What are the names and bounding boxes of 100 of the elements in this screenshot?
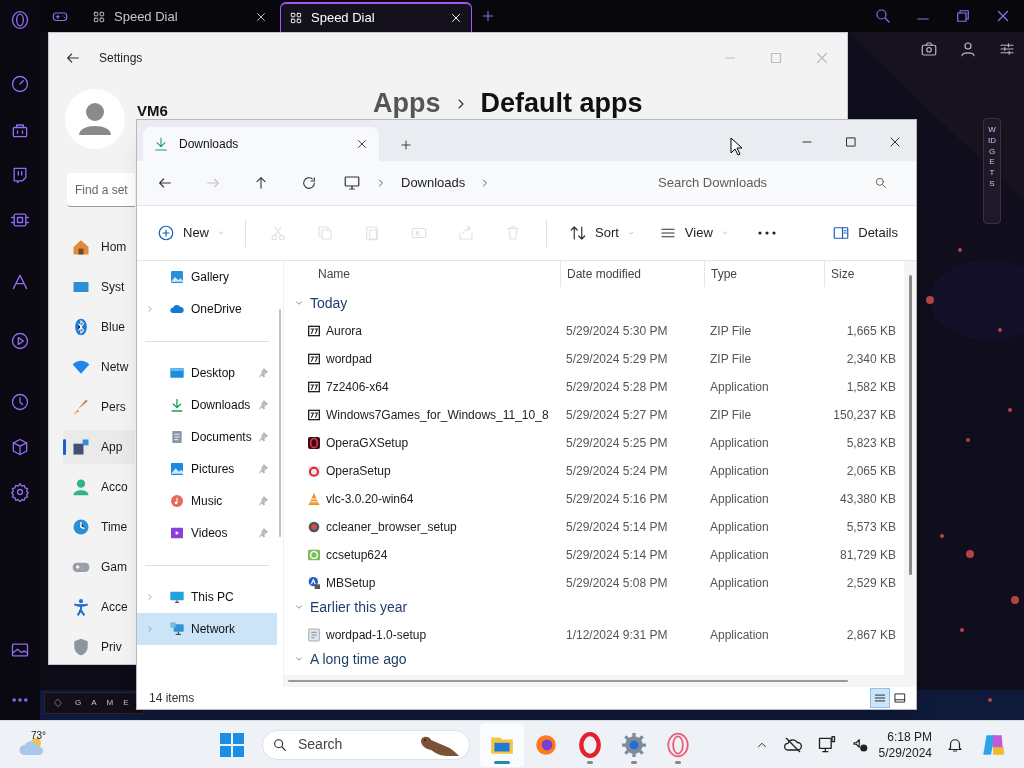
nav-item[interactable]: Music [137, 485, 277, 517]
peak-logo-icon[interactable] [10, 272, 30, 292]
game-label: GAME [75, 697, 139, 709]
opera-logo-icon[interactable] [10, 10, 30, 30]
file-row[interactable]: wordpad-1.0-setup 1/12/2024 9:31 PM Application 2,867 KB [284, 621, 904, 649]
nav-item[interactable]: Gam [63, 550, 135, 584]
window-title: Settings [99, 50, 143, 67]
game-bar[interactable]: GAME [44, 692, 144, 714]
person-icon[interactable] [959, 40, 977, 58]
close-icon[interactable] [254, 10, 268, 24]
file-row[interactable]: Aurora 5/29/2024 5:30 PM ZIP File 1,665 KB [284, 317, 904, 345]
page-title: Default apps [480, 90, 643, 117]
nav-item[interactable]: Blue [63, 310, 135, 344]
scrollbar[interactable] [288, 680, 848, 682]
nav-item[interactable]: Network [137, 613, 277, 645]
nav-item[interactable]: Syst [63, 270, 135, 304]
search-field[interactable]: Find a set [67, 173, 135, 207]
file-row[interactable]: OperaGXSetup 5/29/2024 5:25 PM Application 5,823 KB [284, 429, 904, 457]
group-header[interactable]: A long time ago [284, 649, 904, 669]
nav-item[interactable]: Documents [137, 421, 277, 453]
monitor-icon[interactable] [816, 734, 837, 755]
close-icon[interactable] [888, 135, 902, 149]
clock[interactable]: 6:18 PM 5/29/2024 [878, 728, 932, 761]
file-row[interactable]: 7z2406-x64 5/29/2024 5:28 PM Application 1,582 KB [284, 373, 904, 401]
camera-icon[interactable] [920, 40, 938, 58]
nav-item[interactable]: Videos [137, 517, 277, 549]
widgets-panel[interactable]: WIDGETS [983, 118, 1001, 224]
nav-item[interactable]: Pers [63, 390, 135, 424]
globe-icon [306, 519, 322, 535]
image-icon [169, 461, 185, 477]
file-row[interactable]: OperaSetup 5/29/2024 5:24 PM Application 2,065 KB [284, 457, 904, 485]
file-row[interactable]: vlc-3.0.20-win64 5/29/2024 5:16 PM Application 43,380 KB [284, 485, 904, 513]
details-view-button[interactable] [870, 688, 890, 708]
monitor-icon [343, 174, 361, 192]
nav-item[interactable]: Netw [63, 350, 135, 384]
settings-icon[interactable] [10, 482, 30, 502]
toolbar-menu-button[interactable]: View [654, 217, 733, 249]
column-header[interactable]: Size [824, 261, 896, 287]
group-header[interactable]: Earlier this year [284, 597, 904, 617]
cube-icon[interactable] [10, 437, 30, 457]
file-row[interactable]: ccsetup624 5/29/2024 5:14 PM Application 81,729 KB [284, 541, 904, 569]
file-row[interactable]: wordpad 5/29/2024 5:29 PM ZIP File 2,340 KB [284, 345, 904, 373]
new-tab-icon[interactable] [399, 138, 413, 152]
clock-icon[interactable] [10, 392, 30, 412]
breadcrumb-link[interactable]: Apps [373, 90, 441, 117]
toolbar-menu-button[interactable]: Sort [565, 217, 639, 249]
size-cell-text: 2,867 KB [845, 627, 896, 644]
search-icon [272, 736, 288, 753]
file-row[interactable]: ccleaner_browser_setup 5/29/2024 5:14 PM Application 5,573 KB [284, 513, 904, 541]
restore-icon[interactable] [954, 7, 972, 25]
new-menu-button[interactable]: New [153, 217, 229, 249]
chevron-icon [145, 624, 155, 634]
maximize-icon[interactable] [844, 135, 858, 149]
file-name: OperaGXSetup [326, 435, 409, 452]
archive-icon [306, 407, 322, 423]
file-row[interactable]: Windows7Games_for_Windows_11_10_8 5/29/2024 5:27 PM ZIP File 150,237 KB [284, 401, 904, 429]
nav-item[interactable]: Priv [63, 630, 135, 664]
search-field[interactable]: Search [262, 729, 470, 760]
file-row[interactable]: MBSetup 5/29/2024 5:08 PM Application 2,529 KB [284, 569, 904, 597]
nav-item[interactable]: OneDrive [137, 293, 277, 325]
caret-icon [217, 229, 225, 237]
type-cell-text: ZIP File [709, 407, 753, 424]
nav-item[interactable]: App [63, 430, 135, 464]
search-icon[interactable] [874, 7, 892, 25]
date-cell-text: 5/29/2024 5:16 PM [565, 491, 669, 508]
music-icon [169, 493, 185, 509]
nav-item[interactable]: Acce [63, 590, 135, 624]
date-cell-text: 5/29/2024 5:29 PM [565, 351, 669, 368]
nav-item[interactable]: Gallery [137, 261, 277, 293]
back-icon[interactable] [65, 50, 81, 66]
back-icon [157, 175, 173, 191]
computer-icon [169, 589, 185, 605]
browser-tab[interactable]: Speed Dial [280, 2, 472, 32]
play-icon[interactable] [10, 331, 30, 351]
details-button[interactable]: Details [832, 217, 898, 249]
close-icon[interactable] [355, 137, 369, 151]
nav-item[interactable]: Hom [63, 230, 135, 264]
explorer-tab[interactable]: Downloads [143, 127, 379, 161]
sliders-icon[interactable] [998, 40, 1016, 58]
nav-item[interactable]: Desktop [137, 357, 277, 389]
sort-icon [569, 224, 587, 242]
column-header[interactable]: Name [284, 261, 560, 287]
scrollbar[interactable] [908, 275, 912, 575]
address-segment[interactable]: Downloads [401, 173, 466, 193]
nav-item[interactable]: Downloads [137, 389, 277, 421]
download-icon [169, 397, 185, 413]
column-header[interactable]: Date modified [560, 261, 704, 287]
close-icon[interactable] [449, 11, 463, 25]
start-button[interactable] [219, 731, 245, 758]
column-header[interactable]: Type [704, 261, 824, 287]
group-header[interactable]: Today [284, 293, 904, 313]
taskbar-app[interactable] [480, 722, 524, 767]
date-cell-text: 5/29/2024 5:14 PM [565, 519, 669, 536]
nav-item[interactable]: Pictures [137, 453, 277, 485]
speedometer-icon[interactable] [10, 74, 30, 94]
download-icon [153, 136, 169, 152]
nav-item[interactable]: Time [63, 510, 135, 544]
nav-item[interactable]: This PC [137, 581, 277, 613]
browser-tab[interactable]: Speed Dial [84, 2, 276, 32]
nav-item[interactable]: Acco [63, 470, 135, 504]
